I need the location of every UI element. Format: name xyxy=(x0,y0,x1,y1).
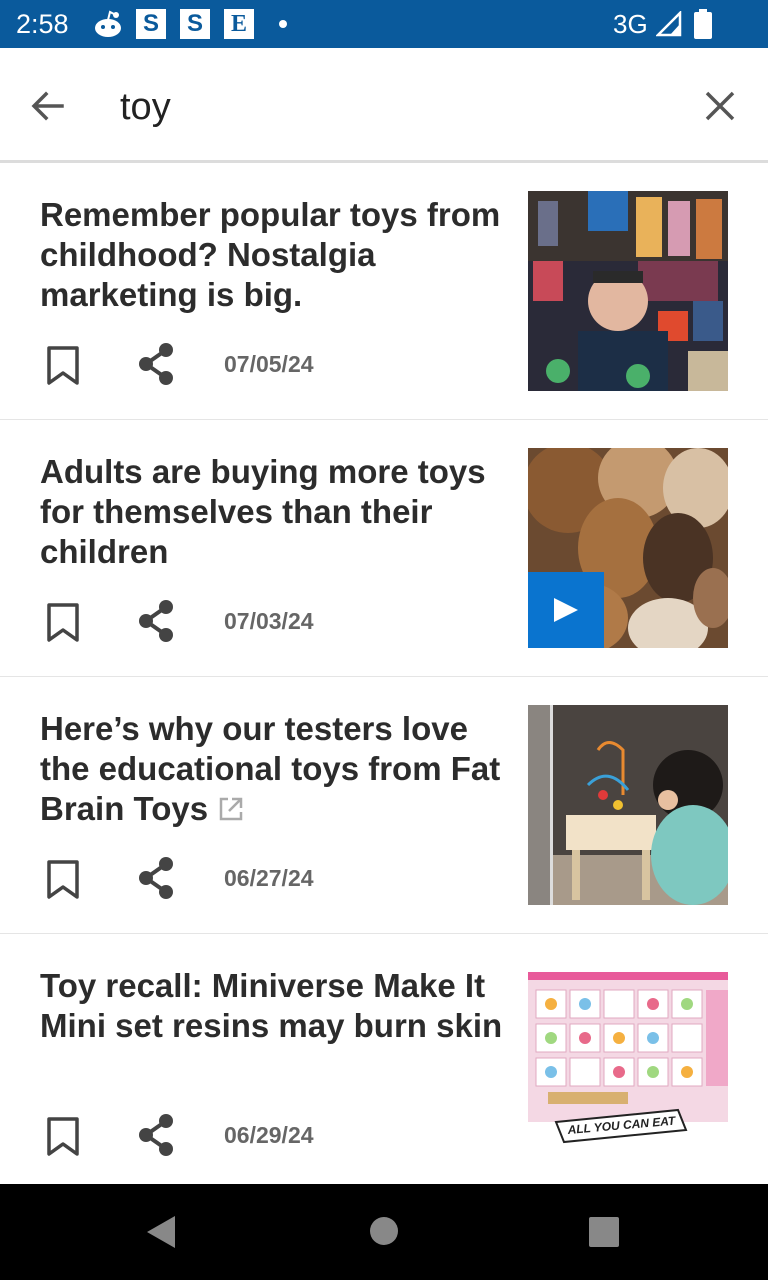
share-icon[interactable] xyxy=(136,1113,176,1162)
notification-dot-icon xyxy=(279,20,287,28)
article-thumbnail[interactable]: ALL YOU CAN EAT xyxy=(528,962,728,1162)
external-link-icon xyxy=(218,791,244,831)
nav-home-icon[interactable] xyxy=(369,1216,399,1251)
article-thumbnail[interactable] xyxy=(528,448,728,648)
article-date: 06/27/24 xyxy=(224,865,314,891)
article-date: 07/03/24 xyxy=(224,608,314,634)
s-app-icon: S xyxy=(180,9,210,39)
article-item[interactable]: Here’s why our testers love the educatio… xyxy=(0,677,768,935)
bookmark-icon[interactable] xyxy=(46,603,80,648)
article-item[interactable]: Remember popular toys from childhood? No… xyxy=(0,163,768,421)
share-icon[interactable] xyxy=(136,342,176,391)
s-app-icon: S xyxy=(136,9,166,39)
article-title[interactable]: Adults are buying more toys for themselv… xyxy=(40,452,510,572)
back-arrow-icon[interactable] xyxy=(28,86,68,126)
article-title[interactable]: Remember popular toys from childhood? No… xyxy=(40,195,510,315)
reddit-icon xyxy=(92,8,124,45)
nav-recents-icon[interactable] xyxy=(589,1217,619,1252)
article-item[interactable]: Toy recall: Miniverse Make It Mini set r… xyxy=(0,934,768,1192)
video-play-button[interactable] xyxy=(528,572,604,648)
status-time: 2:58 xyxy=(16,9,69,39)
article-item[interactable]: Adults are buying more toys for themselv… xyxy=(0,420,768,678)
bookmark-icon[interactable] xyxy=(46,860,80,905)
article-title-text: Here’s why our testers love the educatio… xyxy=(40,710,501,827)
bookmark-icon[interactable] xyxy=(46,346,80,391)
nav-back-icon[interactable] xyxy=(146,1215,176,1254)
article-title[interactable]: Toy recall: Miniverse Make It Mini set r… xyxy=(40,966,510,1046)
signal-icon xyxy=(654,9,682,42)
article-date: 06/29/24 xyxy=(224,1122,314,1148)
article-date: 07/05/24 xyxy=(224,351,314,377)
battery-icon xyxy=(694,9,712,44)
article-title[interactable]: Here’s why our testers love the educatio… xyxy=(40,709,510,831)
search-input[interactable]: toy xyxy=(120,86,171,129)
close-icon[interactable] xyxy=(700,86,740,126)
status-bar: 2:58 S S E 3G xyxy=(0,0,768,48)
navigation-bar xyxy=(0,1184,768,1280)
article-thumbnail[interactable] xyxy=(528,191,728,391)
play-icon xyxy=(554,598,578,622)
e-app-icon: E xyxy=(224,9,254,39)
share-icon[interactable] xyxy=(136,856,176,905)
network-type: 3G xyxy=(613,9,648,39)
search-bar: toy xyxy=(0,48,768,163)
share-icon[interactable] xyxy=(136,599,176,648)
bookmark-icon[interactable] xyxy=(46,1117,80,1162)
article-thumbnail[interactable] xyxy=(528,705,728,905)
